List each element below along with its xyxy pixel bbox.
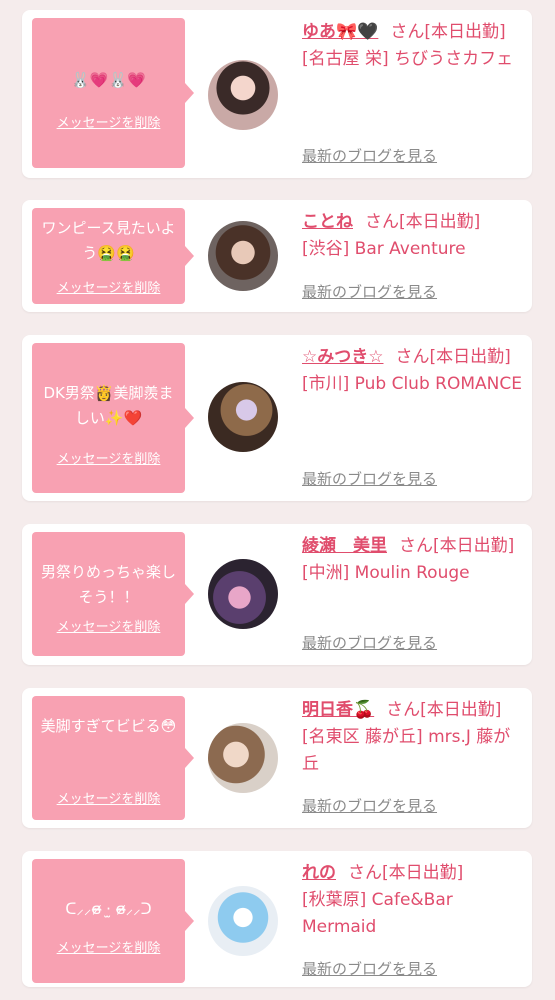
shop-location: [市川] Pub Club ROMANCE xyxy=(302,374,522,394)
delete-message-link[interactable]: メッセージを削除 xyxy=(32,112,185,131)
cast-info: 綾瀬 美里 さん[本日出勤] [中洲] Moulin Rouge xyxy=(302,533,527,587)
message-text: ᑕ⸝⸝ɞ̴̶̷ ·̫ ɞ̴̶̷⸝⸝ᑐ xyxy=(65,900,152,918)
message-text: DK男祭👸美脚羨ましい✨❤️ xyxy=(43,384,174,427)
message-bubble: ᑕ⸝⸝ɞ̴̶̷ ·̫ ɞ̴̶̷⸝⸝ᑐ メッセージを削除 xyxy=(32,859,194,983)
cast-info: れの さん[本日出勤] [秋葉原] Cafe&Bar Mermaid xyxy=(302,860,527,941)
status-text: さん[本日出勤] xyxy=(395,347,511,367)
latest-blog-link[interactable]: 最新のブログを見る xyxy=(302,281,437,302)
cast-name-link[interactable]: ゆあ🎀🖤 xyxy=(302,22,378,42)
cast-info: ことね さん[本日出勤] [渋谷] Bar Aventure xyxy=(302,209,527,263)
message-bubble: 男祭りめっちゃ楽しそう！！ メッセージを削除 xyxy=(32,532,194,656)
status-text: さん[本日出勤] xyxy=(390,22,506,42)
cast-name-link[interactable]: 綾瀬 美里 xyxy=(302,536,387,556)
delete-message-link[interactable]: メッセージを削除 xyxy=(32,788,185,807)
delete-message-link[interactable]: メッセージを削除 xyxy=(32,448,185,467)
cast-info: 明日香🍒 さん[本日出勤] [名東区 藤が丘] mrs.J 藤が丘 xyxy=(302,697,527,778)
delete-message-link[interactable]: メッセージを削除 xyxy=(32,277,185,296)
status-text: さん[本日出勤] xyxy=(386,700,502,720)
message-text: 🐰💗🐰💗 xyxy=(71,71,146,89)
cast-name-link[interactable]: 明日香🍒 xyxy=(302,700,374,720)
message-card: 🐰💗🐰💗 メッセージを削除 ゆあ🎀🖤 さん[本日出勤] [名古屋 栄] ちびうさカ… xyxy=(22,10,532,178)
avatar[interactable] xyxy=(208,221,278,291)
message-bubble: 美脚すぎてビビる😳 メッセージを削除 xyxy=(32,696,194,820)
message-card: DK男祭👸美脚羨ましい✨❤️ メッセージを削除 ☆みつき☆ さん[本日出勤] [市… xyxy=(22,335,532,501)
shop-location: [名古屋 栄] ちびうさカフェ xyxy=(302,49,514,69)
message-text: ワンピース見たいよう🤮🤮 xyxy=(41,219,176,262)
message-bubble: DK男祭👸美脚羨ましい✨❤️ メッセージを削除 xyxy=(32,343,194,493)
avatar[interactable] xyxy=(208,723,278,793)
delete-message-link[interactable]: メッセージを削除 xyxy=(32,616,185,635)
cast-name-link[interactable]: ☆みつき☆ xyxy=(302,347,383,367)
avatar[interactable] xyxy=(208,559,278,629)
message-card: 美脚すぎてビビる😳 メッセージを削除 明日香🍒 さん[本日出勤] [名東区 藤が丘… xyxy=(22,688,532,828)
message-card: 男祭りめっちゃ楽しそう！！ メッセージを削除 綾瀬 美里 さん[本日出勤] [中洲… xyxy=(22,524,532,665)
shop-location: [秋葉原] Cafe&Bar Mermaid xyxy=(302,890,453,937)
latest-blog-link[interactable]: 最新のブログを見る xyxy=(302,795,437,816)
shop-location: [渋谷] Bar Aventure xyxy=(302,239,466,259)
avatar[interactable] xyxy=(208,886,278,956)
shop-location: [中洲] Moulin Rouge xyxy=(302,563,470,583)
cast-name-link[interactable]: ことね xyxy=(302,212,353,232)
delete-message-link[interactable]: メッセージを削除 xyxy=(32,937,185,956)
status-text: さん[本日出勤] xyxy=(348,863,464,883)
latest-blog-link[interactable]: 最新のブログを見る xyxy=(302,632,437,653)
avatar[interactable] xyxy=(208,382,278,452)
latest-blog-link[interactable]: 最新のブログを見る xyxy=(302,468,437,489)
message-card: ᑕ⸝⸝ɞ̴̶̷ ·̫ ɞ̴̶̷⸝⸝ᑐ メッセージを削除 れの さん[本日出勤] [… xyxy=(22,851,532,987)
latest-blog-link[interactable]: 最新のブログを見る xyxy=(302,958,437,979)
message-bubble: ワンピース見たいよう🤮🤮 メッセージを削除 xyxy=(32,208,194,304)
status-text: さん[本日出勤] xyxy=(399,536,515,556)
message-card: ワンピース見たいよう🤮🤮 メッセージを削除 ことね さん[本日出勤] [渋谷] B… xyxy=(22,200,532,312)
avatar[interactable] xyxy=(208,60,278,130)
message-text: 美脚すぎてビビる😳 xyxy=(40,717,177,735)
message-bubble: 🐰💗🐰💗 メッセージを削除 xyxy=(32,18,194,168)
status-text: さん[本日出勤] xyxy=(365,212,481,232)
cast-name-link[interactable]: れの xyxy=(302,863,336,883)
latest-blog-link[interactable]: 最新のブログを見る xyxy=(302,145,437,166)
cast-info: ☆みつき☆ さん[本日出勤] [市川] Pub Club ROMANCE xyxy=(302,344,527,398)
cast-info: ゆあ🎀🖤 さん[本日出勤] [名古屋 栄] ちびうさカフェ xyxy=(302,19,527,73)
message-text: 男祭りめっちゃ楽しそう！！ xyxy=(40,563,176,606)
shop-location: [名東区 藤が丘] mrs.J 藤が丘 xyxy=(302,727,511,774)
